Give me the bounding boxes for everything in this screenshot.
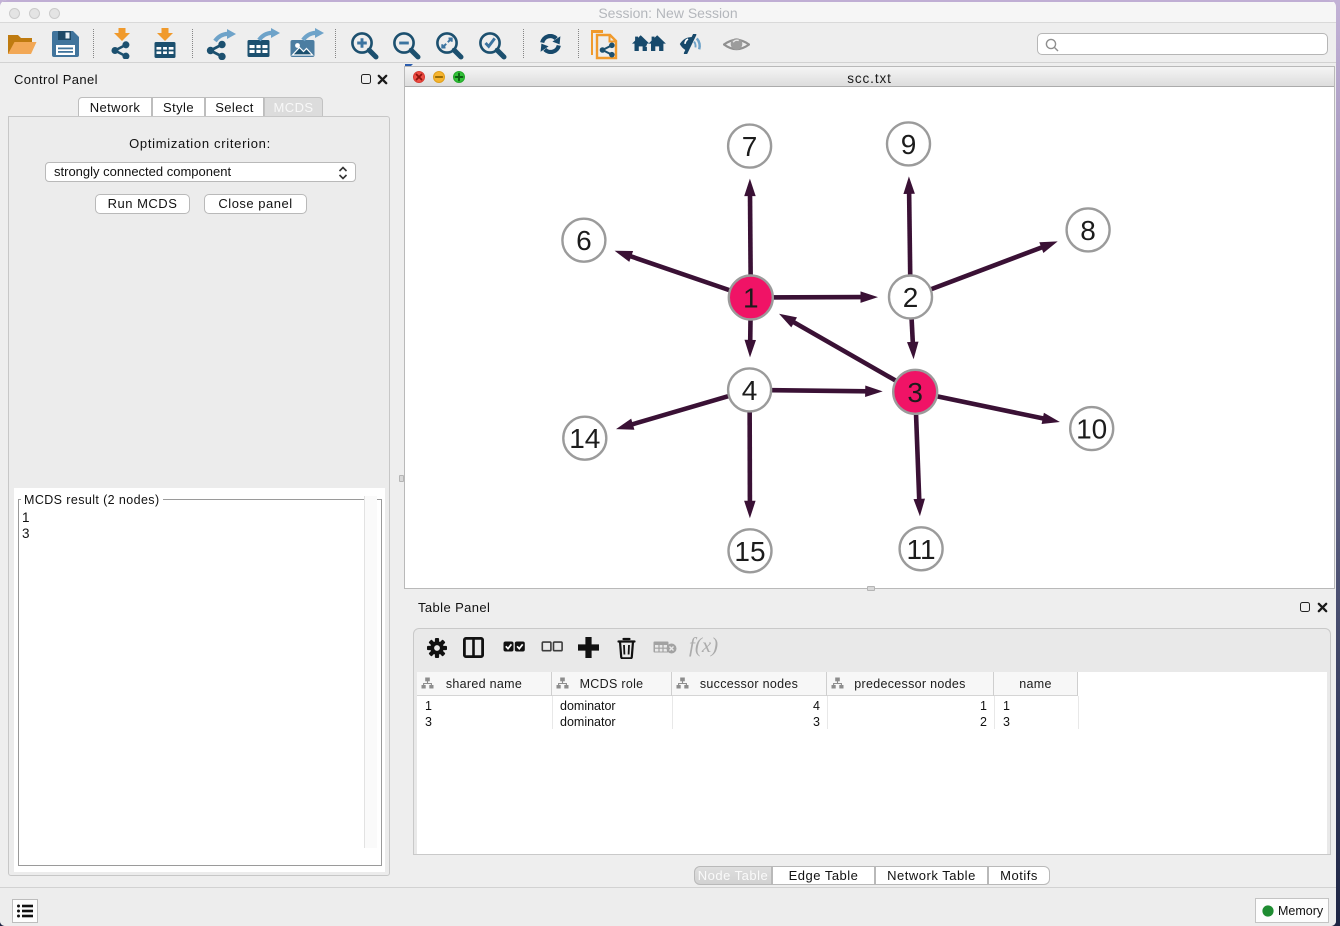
svg-text:4: 4 [742, 375, 758, 406]
svg-text:11: 11 [907, 534, 936, 565]
svg-text:15: 15 [734, 536, 765, 567]
svg-text:9: 9 [901, 129, 917, 160]
svg-text:1: 1 [743, 283, 759, 314]
svg-text:2: 2 [903, 282, 919, 313]
svg-text:14: 14 [569, 423, 600, 454]
svg-text:8: 8 [1080, 215, 1096, 246]
svg-text:10: 10 [1076, 414, 1107, 445]
svg-text:3: 3 [907, 377, 923, 408]
svg-text:7: 7 [742, 131, 758, 162]
svg-text:6: 6 [576, 225, 592, 256]
